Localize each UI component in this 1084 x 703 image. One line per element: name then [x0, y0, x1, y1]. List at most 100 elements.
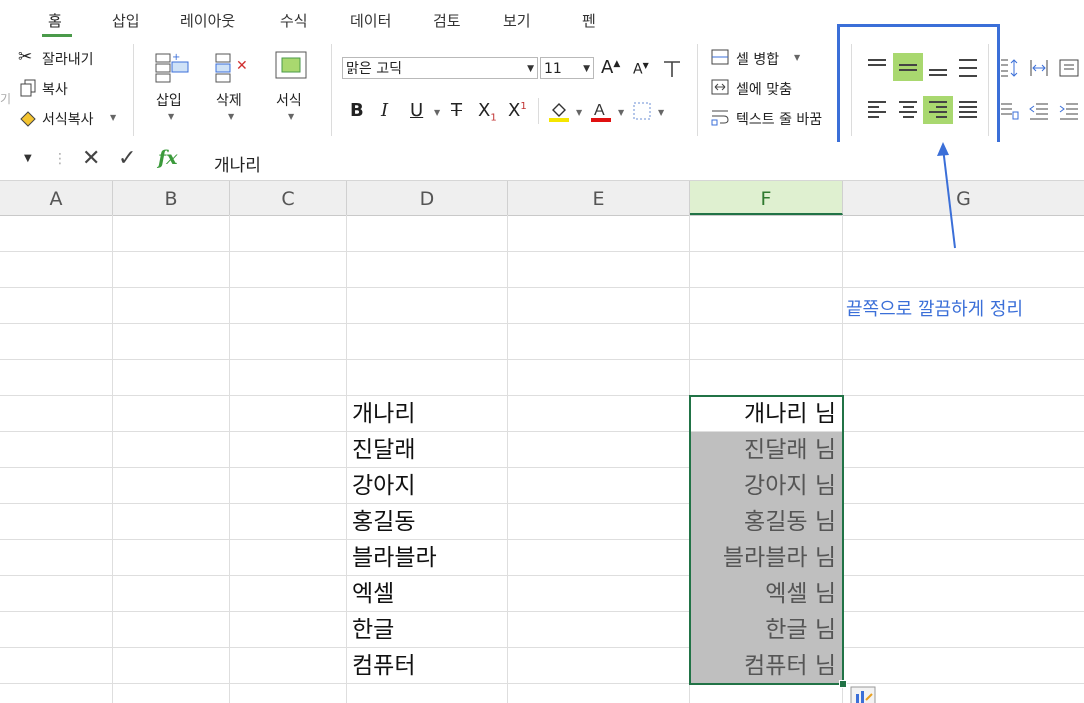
font-color-icon: A [591, 102, 611, 122]
cell-d-value[interactable]: 홍길동 [352, 504, 415, 540]
cell-d-value[interactable]: 한글 [352, 612, 394, 648]
border-button[interactable]: ▼ [632, 101, 666, 123]
shrink-to-fit-icon [711, 79, 729, 95]
fit-cell-icon[interactable] [1058, 57, 1080, 79]
text-direction-icon[interactable] [998, 100, 1020, 122]
svg-text:✕: ✕ [236, 58, 248, 74]
copy-label: 복사 [42, 82, 68, 98]
column-header-e[interactable]: E [508, 181, 690, 215]
format-cells-button[interactable]: 서식 ▼ [270, 46, 314, 126]
font-size-value: 11 [544, 61, 562, 77]
chevron-down-icon: ▼ [168, 112, 175, 121]
cell-d-value[interactable]: 컴퓨터 [352, 648, 415, 684]
cell-d-value[interactable]: 강아지 [352, 468, 415, 504]
merge-cells-icon [711, 49, 729, 65]
increase-indent-icon[interactable] [1058, 100, 1080, 122]
cell-d-value[interactable]: 개나리 [352, 396, 415, 432]
column-width-icon[interactable] [1028, 57, 1050, 79]
chevron-down-icon: ▼ [658, 108, 665, 117]
underline-button[interactable]: U [410, 100, 423, 121]
chevron-down-icon: ▼ [527, 64, 534, 74]
scissors-icon: ✂ [18, 47, 33, 67]
tab-data[interactable]: 데이터 [350, 10, 391, 31]
format-painter-button[interactable]: 서식복사 ▼ [18, 107, 123, 129]
grid-line [0, 539, 1084, 540]
column-header-a[interactable]: A [0, 181, 113, 215]
shrink-font-glyph: A [633, 61, 643, 78]
divider [697, 44, 698, 136]
delete-cells-button[interactable]: ✕ 삭제 ▼ [210, 46, 254, 126]
insert-cells-button[interactable]: + 삽입 ▼ [150, 46, 194, 126]
superscript-glyph: X [508, 100, 521, 121]
shrink-to-fit-button[interactable]: 셀에 맞춤 [710, 77, 820, 99]
delete-cells-label: 삭제 [216, 93, 242, 109]
column-header-c[interactable]: C [230, 181, 347, 215]
grid-line [0, 647, 1084, 648]
superscript-button[interactable]: X1 [508, 100, 527, 121]
clipboard-cut-label: 기 [0, 92, 12, 106]
format-painter-label: 서식복사 [42, 112, 94, 128]
wrap-text-button[interactable]: 텍스트 줄 바꿈 [710, 107, 838, 129]
chevron-down-icon: ▼ [576, 108, 583, 117]
format-cells-label: 서식 [276, 93, 302, 109]
subscript-mark: 1 [490, 112, 497, 124]
annotation-text: 끝쪽으로 깔끔하게 정리 [846, 299, 1024, 320]
grid-line [0, 611, 1084, 612]
format-painter-icon [20, 111, 36, 127]
cell-d-value[interactable]: 진달래 [352, 432, 415, 468]
tab-home[interactable]: 홈 [48, 10, 62, 31]
quick-analysis-icon[interactable] [850, 686, 876, 703]
grow-font-button[interactable]: A▲ [601, 57, 620, 78]
tab-insert[interactable]: 삽입 [112, 10, 140, 31]
grid-line [0, 575, 1084, 576]
grid-line [229, 215, 230, 703]
name-box-dropdown-icon[interactable]: ▼ [24, 153, 32, 164]
fill-handle[interactable] [839, 680, 847, 688]
cell-d-value[interactable]: 엑셀 [352, 576, 394, 612]
shrink-font-button[interactable]: A▼ [633, 61, 649, 78]
column-header-f[interactable]: F [690, 181, 843, 215]
tab-pen[interactable]: 펜 [582, 10, 596, 31]
grid-line [0, 395, 1084, 396]
format-cells-icon [275, 51, 307, 79]
grid-line [0, 251, 1084, 252]
font-color-button[interactable]: A ▼ [590, 100, 628, 124]
chevron-down-icon: ▼ [794, 53, 801, 62]
grid-line [0, 359, 1084, 360]
cell-d-value[interactable]: 블라블라 [352, 540, 437, 576]
annotation-highlight-box [837, 24, 1000, 154]
formula-input[interactable]: 개나리 [214, 151, 261, 176]
font-size-select[interactable]: 11 ▼ [540, 57, 594, 79]
confirm-edit-icon[interactable]: ✓ [118, 146, 136, 171]
cut-button[interactable]: ✂ 잘라내기 [18, 47, 118, 69]
bold-button[interactable]: B [350, 100, 364, 121]
tab-review[interactable]: 검토 [433, 10, 461, 31]
row-height-icon[interactable] [998, 57, 1020, 79]
tab-view[interactable]: 보기 [503, 10, 531, 31]
strikethrough-button[interactable]: T [451, 100, 462, 121]
fill-color-button[interactable]: ▼ [548, 100, 586, 124]
grid-line [112, 215, 113, 703]
copy-button[interactable]: 복사 [18, 77, 118, 99]
insert-cells-icon: + [155, 52, 189, 83]
merge-cells-button[interactable]: 셀 병합 ▼ [710, 47, 820, 69]
superscript-mark: 1 [520, 101, 527, 112]
italic-button[interactable]: I [381, 100, 388, 121]
cancel-edit-icon[interactable]: ✕ [82, 146, 100, 171]
tab-layout[interactable]: 레이아웃 [180, 10, 235, 31]
insert-cells-label: 삽입 [156, 93, 182, 109]
tab-formulas[interactable]: 수식 [280, 10, 308, 31]
subscript-button[interactable]: X1 [478, 100, 497, 124]
grid-line [0, 287, 1084, 288]
font-name-select[interactable]: 맑은 고딕 ▼ [342, 57, 538, 79]
wrap-text-icon [711, 110, 729, 126]
copy-icon [20, 79, 36, 97]
divider [331, 44, 332, 136]
grid-line [0, 467, 1084, 468]
column-header-b[interactable]: B [113, 181, 230, 215]
clear-format-icon[interactable] [661, 58, 683, 80]
column-header-d[interactable]: D [347, 181, 508, 215]
formula-bar: ▼ ⋮ ✕ ✓ fx 개나리 [0, 142, 1084, 181]
insert-function-button[interactable]: fx [158, 147, 178, 169]
decrease-indent-icon[interactable] [1028, 100, 1050, 122]
